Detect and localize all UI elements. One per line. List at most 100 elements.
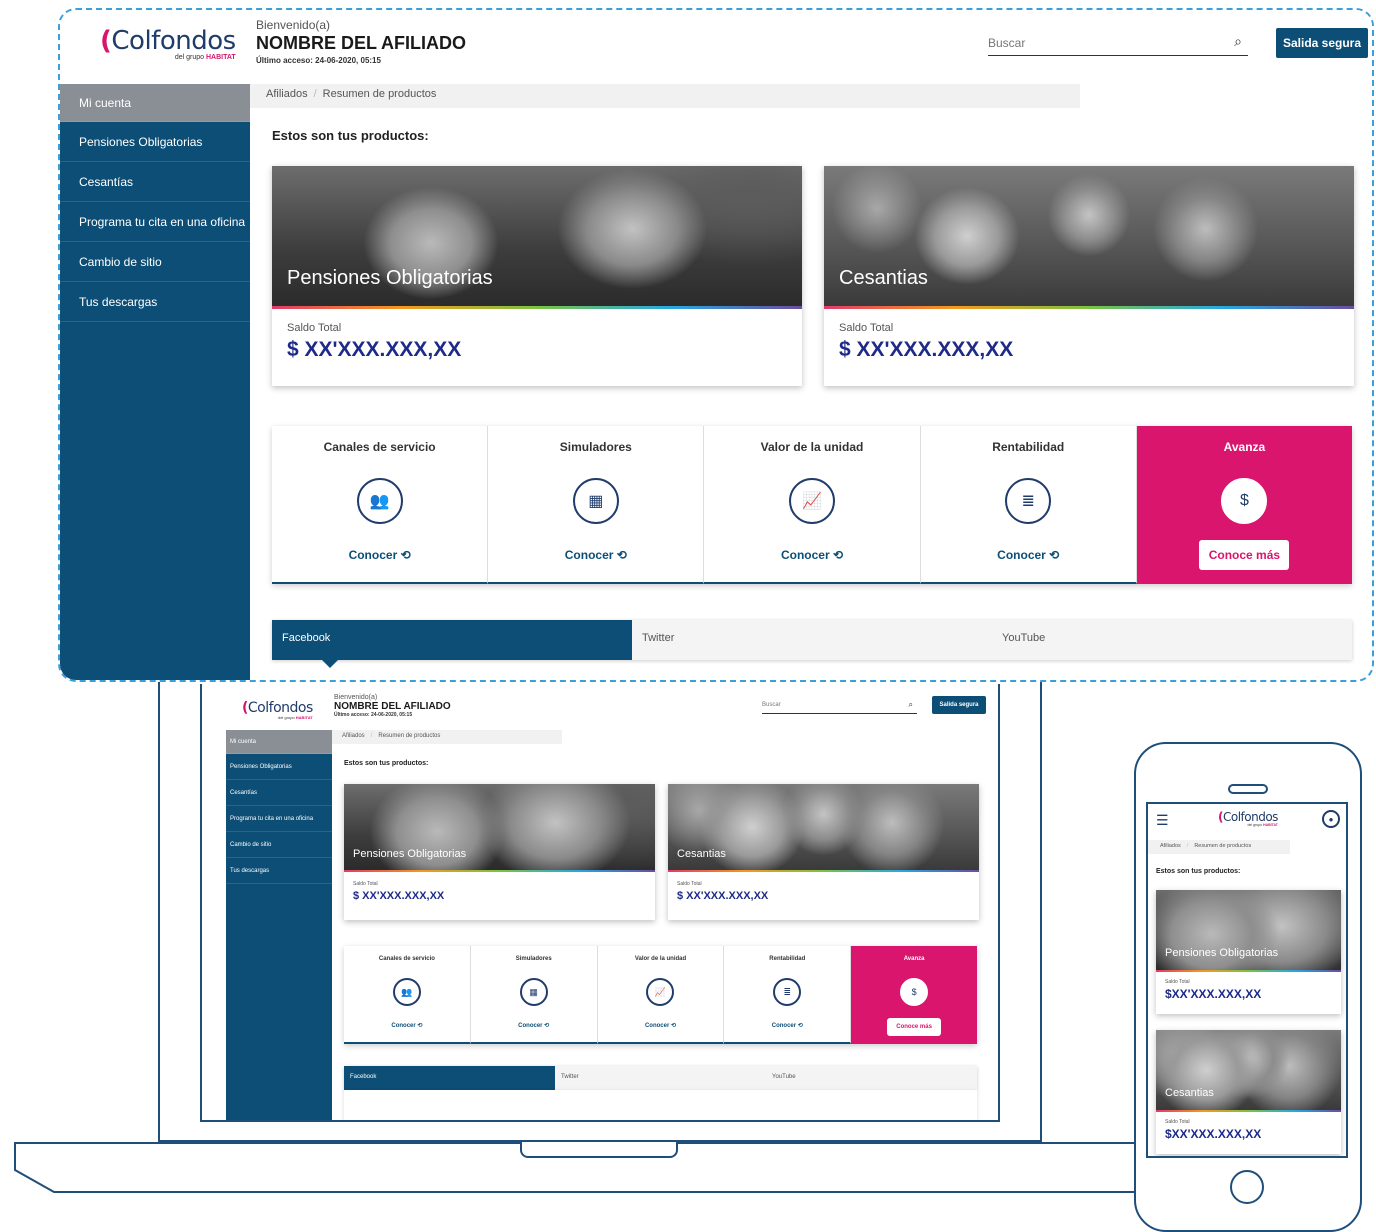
service-canales[interactable]: Canales de servicio 👥 Conocer ⟲ (344, 946, 471, 1044)
colfondos-logo[interactable]: (Colfondos del grupo HABITAT (1218, 810, 1278, 827)
sidebar-item-mi-cuenta[interactable]: Mi cuenta (226, 730, 332, 754)
product-card-cesantias[interactable]: Cesantias Saldo Total $ XX'XXX.XXX,XX (668, 784, 979, 920)
breadcrumb: Afiliados / Resumen de productos (250, 84, 1080, 108)
sidebar-item-pensiones[interactable]: Pensiones Obligatorias (226, 754, 332, 780)
users-icon: 👥 (392, 978, 421, 1006)
service-simuladores[interactable]: Simuladores ▦ Conocer ⟲ (470, 946, 598, 1044)
secure-exit-button[interactable]: Salida segura (932, 696, 986, 714)
product-card-pensiones[interactable]: Pensiones Obligatorias Saldo Total $ XX'… (344, 784, 655, 920)
database-icon: ≣ (1005, 478, 1052, 524)
member-name: NOMBRE DEL AFILIADO (334, 701, 451, 712)
dollar-icon: $ (900, 978, 929, 1006)
saldo-label: Saldo Total (677, 881, 702, 887)
service-title: Canales de servicio (378, 956, 435, 962)
conocer-link[interactable]: Conocer ⟲ (344, 1022, 470, 1029)
conocer-link[interactable]: Conocer ⟲ (598, 1022, 724, 1029)
service-avanza[interactable]: Avanza $ Conoce más (851, 946, 977, 1044)
sidebar-item-cambio-sitio[interactable]: Cambio de sitio (60, 242, 250, 282)
colfondos-logo[interactable]: (Colfondos del grupo HABITAT (100, 26, 236, 61)
conocer-link[interactable]: Conocer ⟲ (488, 548, 703, 562)
product-photo: Pensiones Obligatorias (272, 166, 802, 306)
tab-youtube[interactable]: YouTube (766, 1066, 977, 1090)
color-bar (824, 306, 1354, 309)
sidebar-item-cesantias[interactable]: Cesantías (60, 162, 250, 202)
sidebar-item-cambio-sitio[interactable]: Cambio de sitio (226, 832, 332, 858)
last-access: Último acceso: 24-06-2020, 05:15 (256, 56, 381, 65)
service-rentabilidad[interactable]: Rentabilidad ≣ Conocer ⟲ (920, 426, 1137, 584)
service-canales[interactable]: Canales de servicio 👥 Conocer ⟲ (272, 426, 489, 584)
desktop-zoom-frame: (Colfondos del grupo HABITAT Bienvenido(… (58, 8, 1374, 682)
sidebar-item-pensiones[interactable]: Pensiones Obligatorias (60, 122, 250, 162)
service-avanza[interactable]: Avanza $ Conoce más (1136, 426, 1353, 584)
product-title: Pensiones Obligatorias (287, 267, 493, 289)
breadcrumb-afiliados[interactable]: Afiliados (342, 733, 365, 739)
sidebar-item-descargas[interactable]: Tus descargas (60, 282, 250, 322)
welcome-block: Bienvenido(a) NOMBRE DEL AFILIADO Último… (256, 18, 466, 65)
product-photo: Cesantias (1156, 1030, 1341, 1110)
saldo-label: Saldo Total (839, 322, 894, 334)
social-feed (344, 1090, 977, 1120)
service-valor-unidad[interactable]: Valor de la unidad 📈 Conocer ⟲ (704, 426, 921, 584)
conoce-mas-button[interactable]: Conoce más (887, 1018, 942, 1036)
product-title: Cesantias (1165, 1087, 1214, 1099)
last-access: Último acceso: 24-06-2020, 05:15 (334, 712, 413, 718)
database-icon: ≣ (773, 978, 802, 1006)
saldo-label: Saldo Total (1165, 1119, 1190, 1125)
color-bar (344, 870, 655, 872)
saldo-amount: $XX'XXX.XXX,XX (1165, 1127, 1262, 1141)
conocer-link[interactable]: Conocer ⟲ (272, 548, 487, 562)
saldo-label: Saldo Total (353, 881, 378, 887)
conocer-link[interactable]: Conocer ⟲ (704, 548, 919, 562)
hamburger-menu-icon[interactable]: ☰ (1156, 812, 1169, 829)
laptop-hinge (520, 1142, 678, 1158)
tab-twitter[interactable]: Twitter (632, 620, 992, 660)
search-icon[interactable]: ⌕ (1234, 33, 1242, 50)
product-photo: Cesantias (668, 784, 979, 870)
conoce-mas-button[interactable]: Conoce más (1199, 540, 1290, 570)
sidebar-item-programa-cita[interactable]: Programa tu cita en una oficina (226, 806, 332, 832)
tab-youtube[interactable]: YouTube (992, 620, 1352, 660)
color-bar (272, 306, 802, 309)
breadcrumb-resumen: Resumen de productos (322, 88, 437, 100)
user-icon[interactable]: ● (1322, 810, 1340, 828)
products-title: Estos son tus productos: (344, 760, 429, 767)
service-valor-unidad[interactable]: Valor de la unidad 📈 Conocer ⟲ (597, 946, 725, 1044)
services-panel: Canales de servicio 👥 Conocer ⟲ Simulado… (344, 946, 977, 1044)
service-simuladores[interactable]: Simuladores ▦ Conocer ⟲ (488, 426, 705, 584)
product-card-cesantias[interactable]: Cesantias Saldo Total $ XX'XXX.XXX,XX (824, 166, 1354, 386)
product-title: Pensiones Obligatorias (353, 848, 467, 860)
colfondos-logo[interactable]: (Colfondos del grupo HABITAT (242, 700, 313, 720)
saldo-amount: $ XX'XXX.XXX,XX (839, 338, 1014, 361)
breadcrumb-afiliados[interactable]: Afiliados (266, 88, 308, 100)
search-input[interactable]: Buscar ⌕ (762, 700, 917, 714)
secure-exit-button[interactable]: Salida segura (1276, 28, 1368, 58)
product-card-pensiones[interactable]: Pensiones Obligatorias Saldo Total $ XX'… (272, 166, 802, 386)
sidebar: Mi cuenta Pensiones Obligatorias Cesantí… (226, 730, 332, 1120)
search-icon[interactable]: ⌕ (909, 700, 913, 710)
sidebar-item-cesantias[interactable]: Cesantías (226, 780, 332, 806)
sidebar-item-mi-cuenta[interactable]: Mi cuenta (60, 84, 250, 122)
sidebar-item-descargas[interactable]: Tus descargas (226, 858, 332, 884)
service-title: Simuladores (515, 956, 552, 962)
conocer-link[interactable]: Conocer ⟲ (724, 1022, 850, 1029)
service-title: Valor de la unidad (634, 956, 687, 962)
product-photo: Cesantias (824, 166, 1354, 306)
phone-speaker (1228, 784, 1268, 794)
tab-facebook[interactable]: Facebook (344, 1066, 555, 1096)
tab-twitter[interactable]: Twitter (555, 1066, 766, 1090)
conocer-link[interactable]: Conocer ⟲ (471, 1022, 597, 1029)
conocer-link[interactable]: Conocer ⟲ (921, 548, 1136, 562)
service-rentabilidad[interactable]: Rentabilidad ≣ Conocer ⟲ (724, 946, 852, 1044)
member-name: NOMBRE DEL AFILIADO (256, 33, 466, 53)
product-card-cesantias[interactable]: Cesantias Saldo Total $XX'XXX.XXX,XX (1156, 1030, 1341, 1154)
search-input[interactable]: Buscar ⌕ (988, 32, 1248, 56)
breadcrumb-afiliados[interactable]: Afiliados (1160, 843, 1181, 849)
sidebar-item-programa-cita[interactable]: Programa tu cita en una oficina (60, 202, 250, 242)
tab-facebook[interactable]: Facebook (272, 620, 632, 668)
product-title: Cesantias (839, 267, 928, 289)
product-card-pensiones[interactable]: Pensiones Obligatorias Saldo Total $XX'X… (1156, 890, 1341, 1014)
saldo-amount: $ XX'XXX.XXX,XX (677, 890, 769, 902)
service-title: Rentabilidad (992, 440, 1065, 454)
color-bar (668, 870, 979, 872)
product-photo: Pensiones Obligatorias (344, 784, 655, 870)
